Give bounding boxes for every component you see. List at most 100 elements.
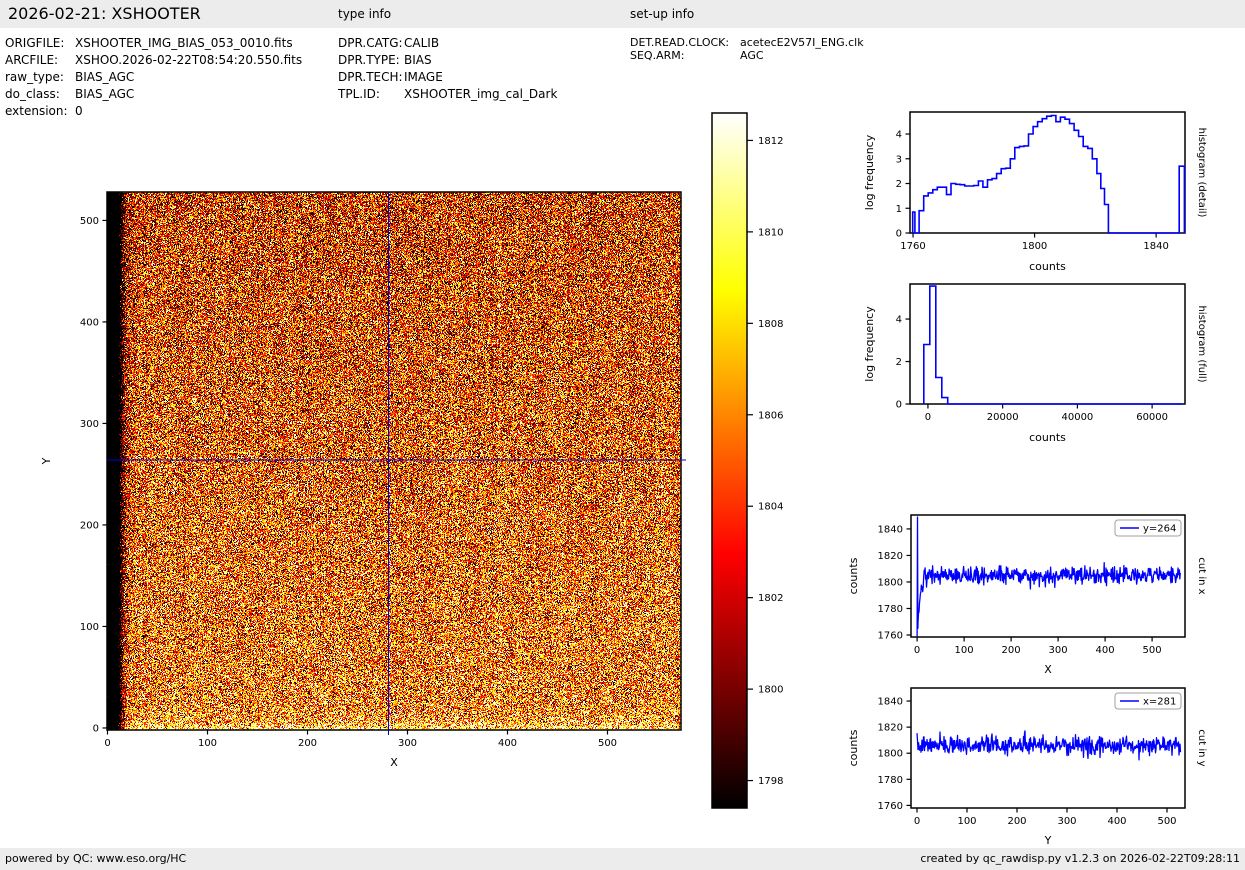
y-tick-label: 400 <box>80 317 99 328</box>
y-tick-label: 200 <box>80 520 99 531</box>
hist-detail-data-line <box>911 114 1186 234</box>
info-row-tplid: TPL.ID: XSHOOTER_img_cal_Dark <box>338 86 557 102</box>
tplid-value: XSHOOTER_img_cal_Dark <box>404 87 558 101</box>
main-image-xlabel: X <box>390 756 398 769</box>
dprtech-value: IMAGE <box>404 70 443 84</box>
x-tick-label: 500 <box>598 738 617 749</box>
origfile-label: ORIGFILE: <box>5 36 65 50</box>
extension-value: 0 <box>75 104 83 118</box>
x-tick-label: 0 <box>104 738 110 749</box>
footer-left-text: powered by QC: www.eso.org/HC <box>5 852 187 865</box>
info-row-origfile: ORIGFILE: XSHOOTER_IMG_BIAS_053_0010.fits <box>5 35 293 51</box>
x-tick-label: 1840 <box>1143 241 1168 252</box>
legend-box <box>1114 519 1182 537</box>
x-tick-label: 20000 <box>987 412 1019 423</box>
hist-detail-frame <box>909 111 1186 234</box>
hist-detail-xlabel: counts <box>1029 260 1066 273</box>
arcfile-value: XSHOO.2026-02-22T08:54:20.550.fits <box>75 53 303 67</box>
hist-full-xlabel: counts <box>1029 431 1066 444</box>
info-row-dprtech: DPR.TECH:IMAGE <box>338 69 443 85</box>
extension-label: extension: <box>5 104 68 118</box>
info-row-readclock: DET.READ.CLOCK: acetecE2V57I_ENG.clk <box>630 36 864 49</box>
colorbar-tick-label: 1802 <box>758 593 783 604</box>
x-tick-label: 60000 <box>1136 412 1168 423</box>
hist-full-frame <box>909 283 1186 405</box>
info-row-seqarm: SEQ.ARM: AGC <box>630 49 764 62</box>
page-title: 2026-02-21: XSHOOTER <box>8 4 201 23</box>
origfile-value: XSHOOTER_IMG_BIAS_053_0010.fits <box>75 36 293 50</box>
y-tick-label: 1840 <box>878 697 903 708</box>
legend-box <box>1114 692 1182 710</box>
y-tick-label: 1780 <box>878 775 903 786</box>
y-tick-label: 0 <box>896 400 902 411</box>
tplid-label: TPL.ID: <box>338 87 380 101</box>
bias-image-heatmap <box>107 192 681 730</box>
x-tick-label: 200 <box>1002 645 1021 656</box>
x-tick-label: 1760 <box>900 241 925 252</box>
y-tick-label: 2 <box>896 357 902 368</box>
x-tick-label: 1800 <box>1022 241 1047 252</box>
y-tick-label: 1820 <box>878 723 903 734</box>
x-tick-label: 400 <box>1096 645 1115 656</box>
colorbar-tick-label: 1808 <box>758 319 783 330</box>
dprtype-label: DPR.TYPE: <box>338 53 400 67</box>
y-tick-label: 0 <box>93 723 99 734</box>
colorbar-tick-label: 1804 <box>758 502 783 513</box>
x-tick-label: 100 <box>955 645 974 656</box>
y-tick-label: 1800 <box>878 577 903 588</box>
x-tick-label: 0 <box>914 645 920 656</box>
setup-info-title: set-up info <box>630 7 695 21</box>
cut-y-ylabel: counts <box>847 729 860 766</box>
y-tick-label: 3 <box>896 154 902 165</box>
rawtype-value: BIAS_AGC <box>75 70 135 84</box>
y-tick-label: 1840 <box>878 524 903 535</box>
cut-y-frame <box>910 687 1186 809</box>
dprtech-label: DPR.TECH: <box>338 70 403 84</box>
arcfile-label: ARCFILE: <box>5 53 59 67</box>
main-image-ylabel: Y <box>40 457 53 465</box>
y-tick-label: 4 <box>896 130 902 141</box>
hist-full-ylabel: log frequency <box>863 306 876 382</box>
hist-full-axes: 0 20000 40000 60000 0 2 4 counts log frequency hi… <box>863 283 1207 444</box>
x-tick-label: 300 <box>1049 645 1068 656</box>
info-row-dprcatg: DPR.CATG:CALIB <box>338 35 439 51</box>
seqarm-value: AGC <box>740 49 764 62</box>
info-row-dprtype: DPR.TYPE: BIAS <box>338 52 432 68</box>
cut-x-right-label: cut in x <box>1196 557 1207 594</box>
doclass-label: do_class: <box>5 87 60 101</box>
hist-full-right-label: histogram (full) <box>1196 305 1207 382</box>
rawtype-label: raw_type: <box>5 70 64 84</box>
colorbar-tick-label: 1806 <box>758 410 783 421</box>
y-tick-label: 1760 <box>878 801 903 812</box>
cut-y-legend: x=281 <box>1114 692 1182 710</box>
y-tick-label: 2 <box>896 179 902 190</box>
x-tick-label: 200 <box>298 738 317 749</box>
x-tick-label: 200 <box>1007 816 1026 827</box>
dprcatg-label: DPR.CATG: <box>338 36 403 50</box>
cut-y-right-label: cut in y <box>1196 729 1207 766</box>
doclass-value: BIAS_AGC <box>75 87 135 101</box>
x-tick-label: 0 <box>925 412 931 423</box>
legend-label: x=281 <box>1143 697 1176 708</box>
x-tick-label: 500 <box>1143 645 1162 656</box>
hist-detail-right-label: histogram (detail) <box>1196 128 1207 218</box>
colorbar-tick-label: 1812 <box>758 136 783 147</box>
y-tick-label: 1760 <box>878 631 903 642</box>
y-tick-label: 1780 <box>878 604 903 615</box>
cut-x-axes: 0 100 200 300 400 500 1760 1780 1800 1820 1840 Xcou… <box>847 514 1207 676</box>
x-tick-label: 400 <box>498 738 517 749</box>
hist-detail-axes: 1760 1800 1840 0 1 2 3 4 counts log frequency hist… <box>863 111 1207 273</box>
cut-x-data-line <box>916 516 1181 637</box>
colorbar-gradient <box>712 113 747 808</box>
x-tick-label: 300 <box>1057 816 1076 827</box>
y-tick-label: 0 <box>896 229 902 240</box>
colorbar-tick-label: 1798 <box>758 776 783 787</box>
y-tick-label: 4 <box>896 315 902 326</box>
x-tick-label: 100 <box>198 738 217 749</box>
dprtype-value: BIAS <box>404 53 432 67</box>
info-row-extension: extension: 0 <box>5 103 83 119</box>
cut-y-axes: 0 100 200 300 400 500 1760 1780 1800 1820 1840 Ycou… <box>847 687 1207 847</box>
x-tick-label: 0 <box>914 816 920 827</box>
header-bar: 2026-02-21: XSHOOTER type info set-up in… <box>0 0 1245 28</box>
cut-y-data-line <box>916 730 1182 761</box>
